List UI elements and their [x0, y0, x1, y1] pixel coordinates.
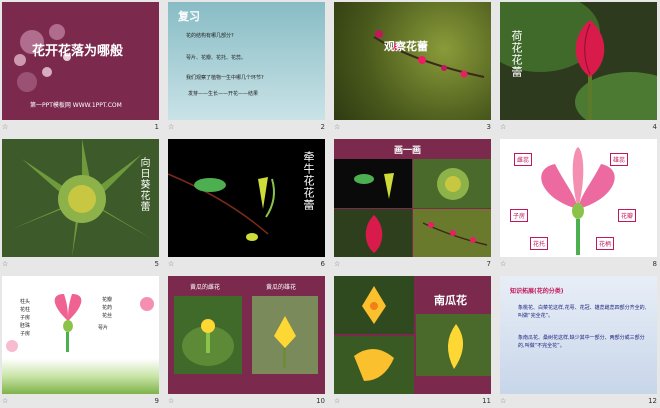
- slide-9-label-ovary-wall: 子房: [20, 315, 31, 321]
- slide-7-photo-sunflower: [413, 159, 491, 208]
- slide-7-meta: ☆ 7: [334, 260, 491, 271]
- transition-star-icon: ☆: [168, 123, 175, 131]
- slide-10-photo-male-flower: [252, 296, 318, 374]
- slide-number: 6: [320, 260, 325, 268]
- slide-thumbnail-4[interactable]: 荷花花蕾: [500, 2, 657, 120]
- slide-10-photo-female-flower: [174, 296, 242, 374]
- slide-2-heading: 复习: [178, 10, 200, 23]
- slide-10-caption-right: 黄瓜的雄花: [266, 284, 297, 291]
- slide-11-photo-pumpkin-bottom: [334, 336, 414, 394]
- transition-star-icon: ☆: [334, 260, 341, 268]
- slide-4-title: 荷花花蕾: [510, 30, 523, 78]
- slide-number: 5: [154, 260, 159, 268]
- transition-star-icon: ☆: [500, 260, 507, 268]
- slide-thumbnail-7[interactable]: 画一画: [334, 139, 491, 257]
- slide-6-meta: ☆ 6: [168, 260, 325, 271]
- slide-9-label-anther: 花药: [102, 305, 113, 311]
- slide-11-title: 南瓜花: [434, 294, 467, 307]
- slide-number: 9: [154, 397, 159, 405]
- slide-7-title: 画一画: [394, 146, 422, 156]
- transition-star-icon: ☆: [168, 397, 175, 405]
- slide-12-heading: 知识拓展(花的分类): [510, 288, 564, 295]
- slide-number: 7: [486, 260, 491, 268]
- slide-8-label-pistil: 雌蕊: [514, 153, 533, 166]
- slide-9-label-style: 花柱: [20, 307, 31, 313]
- slide-2-line-4: 发芽——生长——开花——结果: [188, 91, 259, 97]
- transition-star-icon: ☆: [168, 260, 175, 268]
- slide-3-meta: ☆ 3: [334, 123, 491, 134]
- slide-7-photo-morning-glory: [334, 159, 412, 208]
- slide-number: 10: [316, 397, 325, 405]
- slide-thumbnail-10[interactable]: 黄瓜的雌花 黄瓜的雄花: [168, 276, 325, 394]
- slide-number: 12: [648, 397, 657, 405]
- slide-10-meta: ☆ 10: [168, 397, 325, 408]
- transition-star-icon: ☆: [2, 260, 9, 268]
- slide-9-label-stigma: 柱头: [20, 299, 31, 305]
- transition-star-icon: ☆: [500, 397, 507, 405]
- slide-number: 2: [320, 123, 325, 131]
- slide-12-paragraph-1: 象桃花、白菜花这样,花萼、花冠、雄蕊雌蕊四部分齐全的,叫做“完全花”。: [518, 305, 647, 319]
- slide-8-label-petal: 花瓣: [618, 209, 637, 222]
- slide-thumbnail-6[interactable]: 牵牛花花蕾: [168, 139, 325, 257]
- slide-5-title: 向日葵花蕾: [138, 157, 149, 212]
- slide-8-label-ovary: 子房: [510, 209, 529, 222]
- slide-2-meta: ☆ 2: [168, 123, 325, 134]
- slide-3-title: 观察花蕾: [384, 40, 428, 53]
- slide-9-label-petal: 花瓣: [102, 297, 113, 303]
- slide-1-footer: 第一PPT模板网 WWW.1PPT.COM: [30, 102, 122, 109]
- slide-9-label-sepal: 萼片: [98, 325, 109, 331]
- slide-2-line-1: 花的结构有哪几部分?: [186, 33, 234, 39]
- slide-thumbnail-3[interactable]: 观察花蕾: [334, 2, 491, 120]
- slide-8-label-receptacle: 花托: [530, 237, 549, 250]
- slide-number: 3: [486, 123, 491, 131]
- slide-thumbnail-2[interactable]: 复习 花的结构有哪几部分? 萼片、花瓣、花托、花蕊。 我们观察了植物一生中哪几个…: [168, 2, 325, 120]
- slide-thumbnail-9[interactable]: 柱头 花柱 子房 胚珠 子房 花瓣 花药 花丝 萼片: [2, 276, 159, 394]
- slide-number: 4: [652, 123, 657, 131]
- transition-star-icon: ☆: [500, 123, 507, 131]
- slide-8-meta: ☆ 8: [500, 260, 657, 271]
- slide-2-line-2: 萼片、花瓣、花托、花蕊。: [186, 55, 247, 61]
- transition-star-icon: ☆: [334, 123, 341, 131]
- slide-thumbnail-5[interactable]: 向日葵花蕾: [2, 139, 159, 257]
- slide-number: 1: [154, 123, 159, 131]
- slide-1-meta: ☆ 1: [2, 123, 159, 134]
- slide-number: 11: [482, 397, 491, 405]
- slide-3-plum-branch: [373, 30, 485, 78]
- slide-thumbnail-11[interactable]: 南瓜花: [334, 276, 491, 394]
- slide-2-line-3: 我们观察了植物一生中哪几个环节?: [186, 75, 264, 81]
- slide-6-title: 牵牛花花蕾: [302, 151, 315, 211]
- slide-thumbnail-8[interactable]: 雌蕊 雄蕊 子房 花瓣 花托 花柄: [500, 139, 657, 257]
- slide-8-label-stalk: 花柄: [596, 237, 615, 250]
- slide-7-photo-lotus: [334, 209, 412, 257]
- slide-11-meta: ☆ 11: [334, 397, 491, 408]
- transition-star-icon: ☆: [334, 397, 341, 405]
- slide-8-label-stamen: 雄蕊: [610, 153, 629, 166]
- slide-11-photo-pumpkin-right: [416, 314, 491, 376]
- slide-12-paragraph-2: 象南瓜花、桑树花这样,缺少其中一部分、两部分或三部分的,叫做“不完全花”。: [518, 335, 645, 349]
- slide-thumbnail-12[interactable]: 知识拓展(花的分类) 象桃花、白菜花这样,花萼、花冠、雄蕊雌蕊四部分齐全的,叫做…: [500, 276, 657, 394]
- transition-star-icon: ☆: [2, 397, 9, 405]
- slide-thumbnail-1[interactable]: 花开花落为哪般 第一PPT模板网 WWW.1PPT.COM: [2, 2, 159, 120]
- slide-12-meta: ☆ 12: [500, 397, 657, 408]
- slide-1-title: 花开花落为哪般: [32, 44, 124, 59]
- slide-11-photo-pumpkin-top: [334, 276, 414, 334]
- slide-10-caption-left: 黄瓜的雌花: [190, 284, 221, 291]
- slide-7-photo-plum: [413, 209, 491, 257]
- slide-9-label-ovary: 子房: [20, 331, 31, 337]
- slide-9-label-filament: 花丝: [102, 313, 113, 319]
- slide-9-meta: ☆ 9: [2, 397, 159, 408]
- transition-star-icon: ☆: [2, 123, 9, 131]
- slide-5-meta: ☆ 5: [2, 260, 159, 271]
- slide-number: 8: [652, 260, 657, 268]
- slide-4-meta: ☆ 4: [500, 123, 657, 134]
- slide-9-label-ovule: 胚珠: [20, 323, 31, 329]
